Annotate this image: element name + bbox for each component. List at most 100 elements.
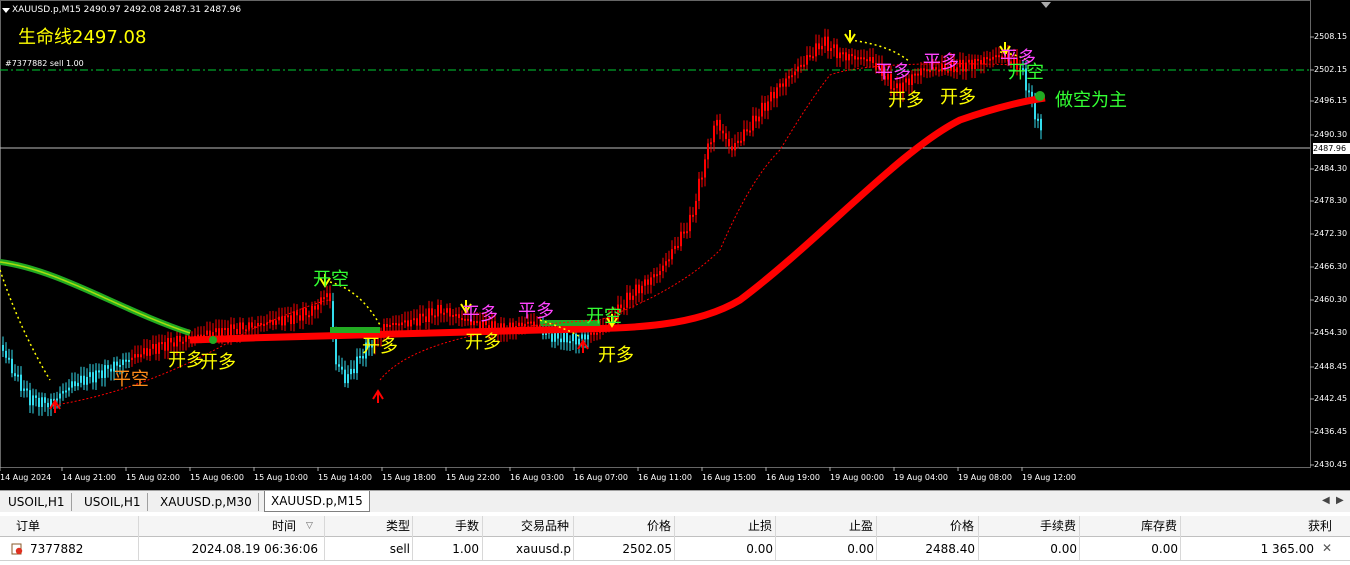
col-volume[interactable]: 手数 (415, 516, 479, 536)
col-cur-price[interactable]: 价格 (878, 516, 974, 536)
candle-body (659, 271, 661, 275)
candle-body (302, 307, 304, 321)
candle-body (521, 322, 523, 327)
candle-body (410, 319, 412, 327)
candle-body (296, 311, 298, 316)
col-sl[interactable]: 止损 (676, 516, 772, 536)
candle-body (644, 279, 646, 286)
candle-body (83, 375, 85, 385)
candle-body (311, 305, 313, 316)
candle-body (170, 337, 172, 343)
candle-body (80, 375, 82, 383)
col-time[interactable]: 时间 (140, 516, 296, 536)
signal-annotation: 开多 (465, 332, 501, 353)
candle-body (797, 66, 799, 72)
candle-body (308, 315, 310, 318)
candle-body (404, 320, 406, 323)
price-tick-label: 2436.45 (1314, 427, 1348, 436)
candle-body (359, 356, 361, 359)
candle-body (251, 322, 253, 328)
tab-xauusd-m30[interactable]: XAUUSD.p,M30 (154, 493, 259, 511)
signal-annotation: 开多 (888, 90, 924, 111)
candle-body (89, 372, 91, 377)
time-tick-label: 16 Aug 03:00 (510, 473, 564, 482)
price-tick-label: 2430.45 (1314, 460, 1348, 469)
cell-swap: 0.00 (1151, 542, 1178, 556)
candle-body (215, 328, 217, 333)
candle-body (758, 116, 760, 122)
price-chart[interactable]: XAUUSD.p,M15 2490.97 2492.08 2487.31 248… (0, 0, 1350, 490)
candle-body (344, 369, 346, 384)
candle-body (77, 382, 79, 387)
candle-body (272, 319, 274, 325)
tab-xauusd-m15[interactable]: XAUUSD.p,M15 (264, 491, 370, 512)
cell-tp: 0.00 (847, 542, 874, 556)
candle-body (1037, 118, 1039, 121)
candle-body (419, 313, 421, 326)
scroll-marker-icon[interactable] (1041, 2, 1051, 8)
time-tick-label: 16 Aug 07:00 (574, 473, 628, 482)
tab-usoil-h1-b[interactable]: USOIL,H1 (78, 493, 148, 511)
price-tick-label: 2502.15 (1314, 65, 1348, 74)
candle-body (326, 293, 328, 298)
candle-body (20, 374, 22, 391)
candle-body (104, 365, 106, 378)
triangle-right-icon[interactable]: ▶ (1336, 495, 1344, 506)
candle-body (188, 335, 190, 340)
candle-body (305, 307, 307, 316)
chart-tabs: USOIL,H1 USOIL,H1 XAUUSD.p,M30 XAUUSD.p,… (0, 490, 1350, 513)
time-tick-label: 15 Aug 02:00 (126, 473, 180, 482)
time-tick-label: 14 Aug 21:00 (62, 473, 116, 482)
candle-body (35, 395, 37, 398)
candle-body (833, 44, 835, 49)
price-tick-label: 2496.15 (1314, 96, 1348, 105)
candle-body (425, 316, 427, 322)
candle-body (569, 341, 571, 344)
candle-body (812, 56, 814, 59)
col-order[interactable]: 订单 (16, 516, 40, 536)
triangle-left-icon[interactable]: ◀ (1322, 495, 1330, 506)
sort-icon[interactable]: ▽ (306, 516, 313, 536)
terminal-trade-table: 订单 时间 ▽ 类型 手数 交易品种 价格 止损 止盈 价格 手续费 库存费 获… (0, 512, 1350, 565)
candle-body (971, 59, 973, 69)
col-commission[interactable]: 手续费 (980, 516, 1076, 536)
col-price[interactable]: 价格 (575, 516, 671, 536)
chart-menu-icon[interactable] (2, 8, 10, 13)
candle-body (755, 115, 757, 122)
col-tp[interactable]: 止盈 (777, 516, 873, 536)
time-tick-label: 19 Aug 00:00 (830, 473, 884, 482)
candle-body (668, 259, 670, 262)
price-tick-label: 2472.30 (1314, 229, 1348, 238)
col-swap[interactable]: 库存费 (1081, 516, 1177, 536)
candle-body (101, 370, 103, 378)
candle-body (434, 315, 436, 318)
candle-body (260, 323, 262, 326)
time-tick-label: 15 Aug 06:00 (190, 473, 244, 482)
candle-body (125, 359, 127, 362)
candle-body (641, 285, 643, 294)
candle-body (128, 359, 130, 362)
candle-body (38, 397, 40, 407)
candle-body (800, 64, 802, 67)
candle-body (137, 354, 139, 358)
candle-body (41, 397, 43, 407)
col-type[interactable]: 类型 (330, 516, 410, 536)
signal-annotation: 开空 (313, 269, 349, 290)
candle-body (578, 338, 580, 345)
candle-body (584, 334, 586, 340)
candle-body (671, 249, 673, 260)
cell-type: sell (389, 542, 410, 556)
col-profit[interactable]: 获利 (1182, 516, 1332, 536)
candle-body (293, 311, 295, 325)
tab-usoil-h1-a[interactable]: USOIL,H1 (2, 493, 72, 511)
candle-body (995, 55, 997, 58)
candle-body (635, 284, 637, 296)
candle-body (710, 142, 712, 145)
candle-body (29, 390, 31, 406)
current-price-label: 2487.96 (1313, 143, 1350, 154)
price-tick-label: 2490.30 (1314, 130, 1348, 139)
col-symbol[interactable]: 交易品种 (485, 516, 569, 536)
close-order-icon[interactable]: ✕ (1322, 541, 1332, 555)
candle-body (26, 388, 28, 391)
candle-body (593, 332, 595, 335)
